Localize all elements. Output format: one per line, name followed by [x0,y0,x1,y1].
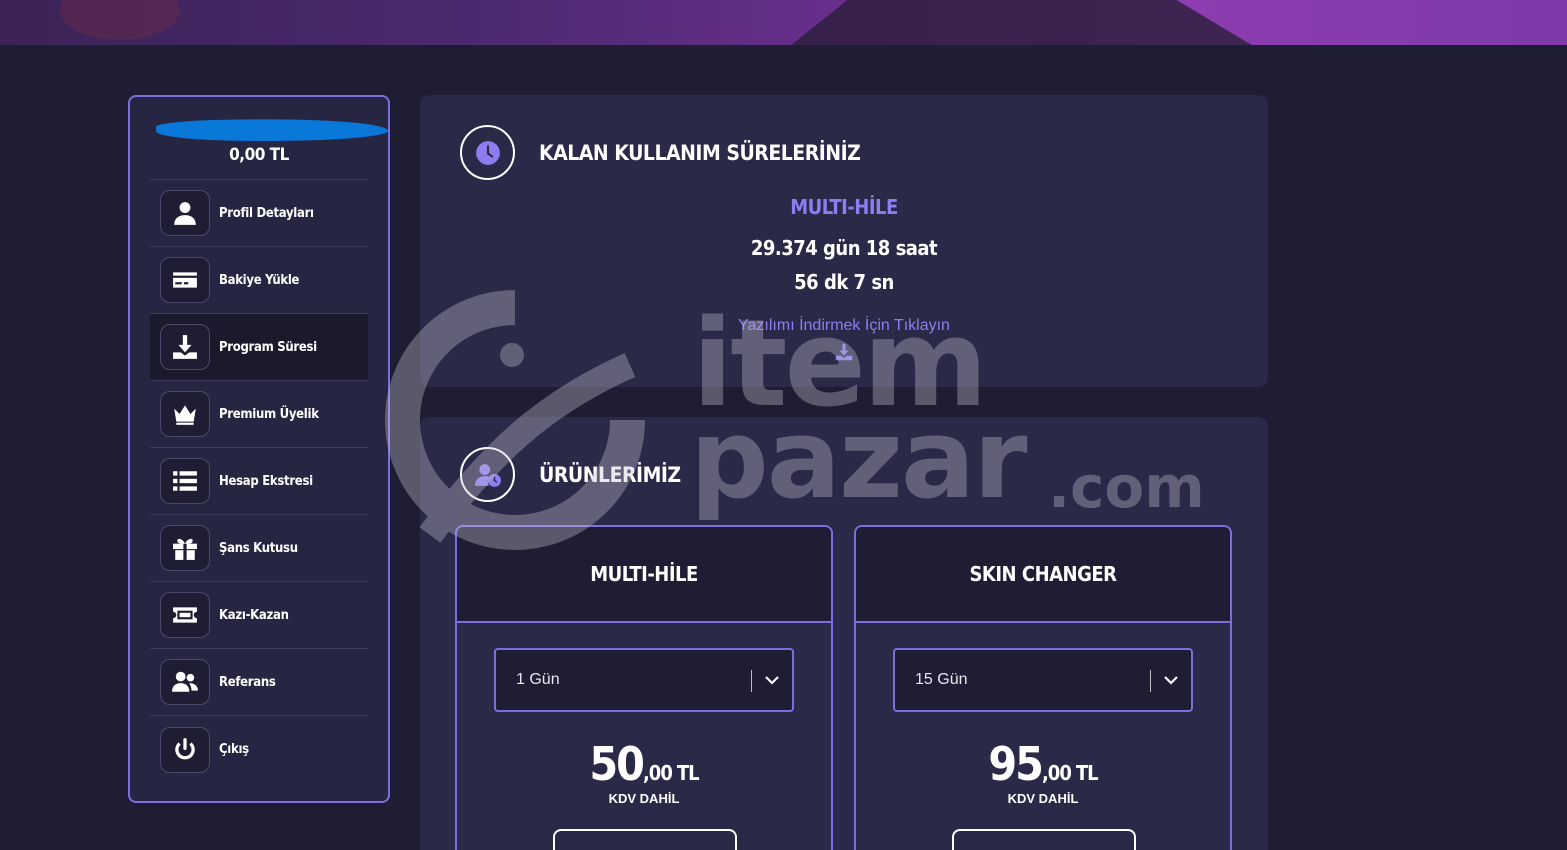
user-clock-icon [460,447,515,502]
power-icon [160,726,210,773]
balance-amount: 0,00 TL [229,145,289,165]
usage-time-line2: 56 dk 7 sn [794,270,894,294]
usage-card-title: KALAN KULLANIM SÜRELERİNİZ [539,140,861,165]
duration-select[interactable]: 1 Gün [494,648,794,712]
sidebar-item-label: Premium Üyelik [219,406,319,422]
sidebar-item-label: Şans Kutusu [219,540,298,556]
product-price: 50,00 TL [457,737,831,791]
sidebar-item-label: Profil Detayları [219,205,314,221]
product-price: 95,00 TL [856,737,1230,791]
sidebar: 0,00 TL Profil Detayları Bakiye Yükle Pr… [128,95,390,803]
price-integer: 50 [589,737,645,791]
product-card-skin-changer: SKIN CHANGER 15 Gün 95,00 TL KDV DAHİL [854,525,1232,850]
product-name: MULTI-HİLE [457,527,831,623]
sidebar-item-luck-box[interactable]: Şans Kutusu [150,515,368,582]
hero-banner [0,0,1567,45]
sidebar-header: 0,00 TL [150,97,389,180]
usage-remaining-time: 29.374 gün 18 saat 56 dk 7 sn [420,231,1268,299]
ticket-icon [160,592,210,638]
list-icon [160,458,210,504]
price-currency: TL [676,761,700,785]
products-card-header: ÜRÜNLERİMİZ [460,447,681,502]
usage-info: MULTI-HİLE 29.374 gün 18 saat 56 dk 7 sn [420,195,1268,299]
tax-note: KDV DAHİL [608,791,680,806]
download-icon[interactable] [834,343,854,361]
duration-select[interactable]: 15 Gün [893,648,1193,712]
credit-card-icon [160,257,210,303]
crown-icon [160,391,210,437]
download-icon [160,324,210,370]
products-card: ÜRÜNLERİMİZ MULTI-HİLE 1 Gün 50,00 TL KD… [420,417,1268,850]
product-name: SKIN CHANGER [856,527,1230,623]
price-integer: 95 [988,737,1044,791]
sidebar-item-label: Program Süresi [219,339,317,355]
chevron-down-icon [1164,676,1178,685]
product-card-multi-hile: MULTI-HİLE 1 Gün 50,00 TL KDV DAHİL [455,525,833,850]
sidebar-item-label: Bakiye Yükle [219,272,300,288]
usage-time-line1: 29.374 gün 18 saat [750,236,938,260]
sidebar-item-label: Hesap Ekstresi [219,473,313,489]
select-separator [1150,670,1151,692]
user-icon [160,190,210,236]
sidebar-item-referral[interactable]: Referans [150,649,368,716]
products-card-title: ÜRÜNLERİMİZ [539,462,681,487]
download-software-link[interactable]: Yazılımı İndirmek İçin Tıklayın [420,317,1268,335]
select-separator [751,670,752,692]
sidebar-item-premium[interactable]: Premium Üyelik [150,381,368,448]
usage-product-name: MULTI-HİLE [790,195,898,219]
sidebar-item-statement[interactable]: Hesap Ekstresi [150,448,368,515]
sidebar-item-scratch-win[interactable]: Kazı-Kazan [150,582,368,649]
price-currency: TL [1075,761,1099,785]
sidebar-item-label: Referans [219,674,276,690]
sidebar-item-program-duration[interactable]: Program Süresi [150,314,368,381]
sidebar-item-profile[interactable]: Profil Detayları [150,180,368,247]
chevron-down-icon [765,676,779,685]
redacted-username [155,116,389,144]
buy-button[interactable] [553,829,737,850]
buy-button[interactable] [952,829,1136,850]
sidebar-item-balance-load[interactable]: Bakiye Yükle [150,247,368,314]
duration-select-value: 15 Gün [915,671,968,688]
clock-icon [460,125,515,180]
gift-icon [160,525,210,571]
tax-note: KDV DAHİL [1007,791,1079,806]
hero-shape [60,0,180,40]
sidebar-item-label: Kazı-Kazan [219,607,289,623]
usage-card-header: KALAN KULLANIM SÜRELERİNİZ [460,125,861,180]
users-icon [160,659,210,705]
usage-card: KALAN KULLANIM SÜRELERİNİZ MULTI-HİLE 29… [420,95,1268,387]
sidebar-item-label: Çıkış [219,742,249,757]
duration-select-value: 1 Gün [516,671,560,688]
price-decimal: ,00 [1041,761,1072,785]
price-decimal: ,00 [642,761,673,785]
hero-character-shape [785,0,1260,45]
sidebar-item-logout[interactable]: Çıkış [150,716,368,783]
